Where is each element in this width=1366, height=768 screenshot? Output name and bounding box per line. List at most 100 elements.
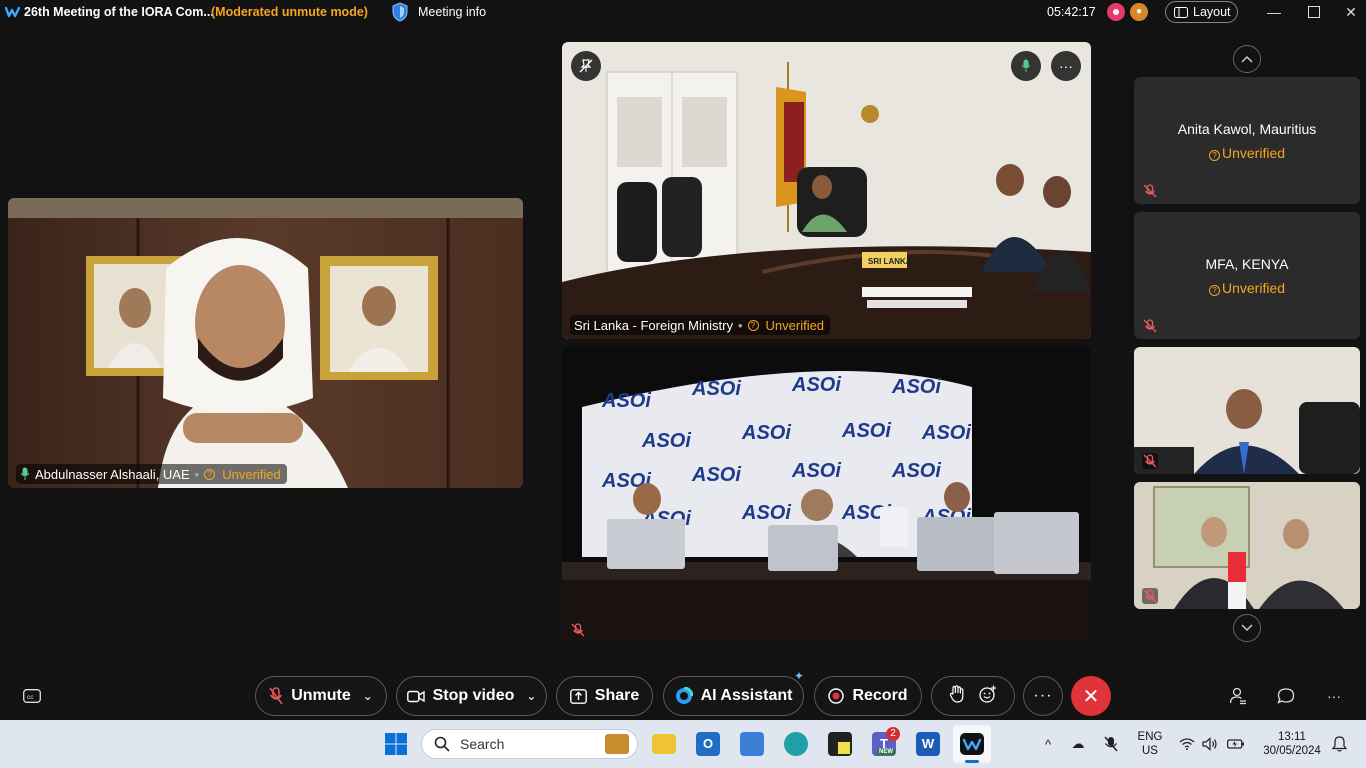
close-window-button[interactable]: ✕ — [1340, 2, 1362, 22]
end-call-button[interactable]: ✕ — [1071, 676, 1111, 716]
recording-indicator-icon[interactable] — [1107, 3, 1125, 21]
participant-name: Anita Kawol, Mauritius — [1177, 121, 1317, 137]
backdrop-logo: ASOi — [791, 460, 841, 482]
file-explorer-icon[interactable] — [652, 734, 676, 754]
maximize-button[interactable] — [1303, 2, 1325, 22]
svg-text:cc: cc — [27, 694, 34, 701]
scroll-down-button[interactable] — [1233, 614, 1261, 642]
close-icon: ✕ — [1082, 685, 1100, 708]
unmute-label: Unmute — [291, 687, 351, 704]
shield-icon[interactable] — [391, 2, 409, 22]
layout-button[interactable]: Layout — [1165, 1, 1238, 23]
stop-video-button[interactable]: Stop video ⌄ — [396, 676, 547, 716]
unverified-icon: ? — [204, 468, 216, 480]
backdrop-logo: ASOi — [841, 420, 891, 442]
chat-icon[interactable] — [1274, 684, 1298, 708]
sparkle-icon: ✦ — [793, 669, 804, 683]
participant-card-mauritius[interactable]: Anita Kawol, Mauritius ? Unverified — [1134, 77, 1360, 204]
unverified-label: Unverified — [222, 466, 281, 482]
chevron-up-icon — [1241, 55, 1253, 63]
more-options-icon[interactable]: ··· — [1051, 51, 1081, 81]
word-icon[interactable]: W — [916, 732, 940, 756]
scroll-up-button[interactable] — [1233, 45, 1261, 73]
active-speaker-mic-icon — [1011, 51, 1041, 81]
unpin-icon[interactable] — [571, 51, 601, 81]
sri-lanka-room-sign: SRI LANKA — [868, 257, 912, 266]
layout-icon — [1174, 6, 1188, 18]
more-options-icon[interactable]: ··· — [1322, 684, 1346, 708]
minimize-button[interactable]: — — [1263, 2, 1285, 22]
teams-notification-badge: 2 — [886, 727, 900, 741]
video-tile-uae[interactable]: Abdulnasser Alshaali, UAE • ? Unverified — [8, 198, 523, 488]
edge-browser-icon[interactable] — [784, 732, 808, 756]
share-label: Share — [594, 687, 640, 704]
meeting-info-link[interactable]: Meeting info — [418, 5, 486, 19]
share-button[interactable]: Share — [556, 676, 653, 716]
ai-assistant-icon — [675, 687, 693, 704]
participant-video-feed — [1134, 482, 1360, 609]
windows-taskbar: Search O T 2 NEW W ^ ☁ ENG US 13:11 30/0… — [0, 720, 1366, 768]
unmute-button[interactable]: Unmute ⌄ — [255, 676, 387, 716]
unverified-icon: ? — [1208, 150, 1220, 161]
wifi-icon[interactable] — [1178, 735, 1196, 753]
participant-video-card[interactable] — [1134, 347, 1360, 474]
backdrop-logo: ASOi — [601, 390, 651, 412]
onedrive-icon[interactable]: ☁ — [1069, 735, 1087, 753]
sticky-notes-icon[interactable] — [828, 732, 852, 756]
participants-icon[interactable] — [1226, 684, 1250, 708]
meeting-timer: 05:42:17 — [1047, 5, 1096, 19]
reaction-emoji-icon[interactable] — [979, 685, 997, 708]
briefcase-icon — [605, 734, 629, 754]
moderated-mode-label: (Moderated unmute mode) — [211, 5, 368, 19]
notification-center-icon[interactable] — [1330, 735, 1348, 753]
record-icon — [828, 688, 845, 704]
backdrop-logo: ASOi — [921, 422, 971, 444]
participant-name: Abdulnasser Alshaali, UAE — [35, 466, 190, 482]
muted-mic-icon — [269, 687, 283, 705]
unverified-icon: ? — [747, 319, 759, 331]
participant-name-tag: Abdulnasser Alshaali, UAE • ? Unverified — [16, 464, 287, 484]
clock-date[interactable]: 13:11 30/05/2024 — [1256, 730, 1328, 758]
closed-captions-icon[interactable]: cc — [20, 684, 44, 708]
record-label: Record — [852, 687, 908, 704]
microsoft-store-icon[interactable] — [740, 732, 764, 756]
sri-lanka-video-feed: SRI LANKA — [562, 42, 1091, 339]
webex-taskbar-active[interactable] — [953, 725, 991, 763]
notification-icon[interactable]: ● — [1130, 3, 1148, 21]
meeting-title: 26th Meeting of the IORA Com... — [24, 5, 214, 19]
raise-hand-icon[interactable] — [949, 684, 965, 708]
stop-video-label: Stop video — [432, 687, 515, 704]
title-bar: 26th Meeting of the IORA Com... (Moderat… — [0, 0, 1366, 24]
record-button[interactable]: Record — [814, 676, 922, 716]
webex-icon — [960, 733, 984, 755]
share-screen-icon — [569, 688, 587, 704]
chevron-up-icon[interactable]: ^ — [1039, 735, 1057, 753]
more-controls-button[interactable]: ··· — [1023, 676, 1063, 716]
battery-icon[interactable] — [1227, 735, 1245, 753]
mic-muted-tray-icon[interactable] — [1102, 735, 1120, 753]
chevron-down-icon[interactable]: ⌄ — [526, 689, 536, 703]
backdrop-logo: ASOi — [791, 374, 841, 396]
video-camera-icon — [406, 690, 425, 702]
video-tile-sri-lanka[interactable]: SRI LANKA ··· Sri Lanka - Foreign Minist… — [562, 42, 1091, 339]
video-tile-asoi[interactable]: ASOi ASOi ASOi ASOi ASOi ASOi ASOi ASOi … — [562, 347, 1091, 644]
backdrop-logo: ASOi — [691, 378, 741, 400]
participant-card-kenya[interactable]: MFA, KENYA ? Unverified — [1134, 212, 1360, 339]
speaker-icon[interactable] — [1201, 735, 1219, 753]
muted-mic-icon — [1142, 453, 1158, 469]
more-options-icon: ··· — [1033, 687, 1053, 704]
unverified-label: Unverified — [765, 317, 825, 333]
asoi-video-feed: ASOi ASOi ASOi ASOi ASOi ASOi ASOi ASOi … — [562, 347, 1091, 644]
windows-start-icon[interactable] — [384, 732, 408, 756]
microphone-active-icon — [20, 467, 30, 480]
taskbar-search-box[interactable]: Search — [421, 729, 638, 759]
search-placeholder: Search — [460, 736, 505, 752]
chevron-down-icon[interactable]: ⌄ — [363, 689, 373, 703]
ai-assistant-button[interactable]: AI Assistant ✦ — [663, 669, 804, 716]
participant-video-feed — [1134, 347, 1360, 474]
backdrop-logo: ASOi — [891, 460, 941, 482]
outlook-icon[interactable]: O — [696, 732, 720, 756]
teams-new-label: NEW — [877, 749, 895, 755]
participant-video-card[interactable] — [1134, 482, 1360, 609]
language-indicator[interactable]: ENG US — [1136, 730, 1164, 758]
